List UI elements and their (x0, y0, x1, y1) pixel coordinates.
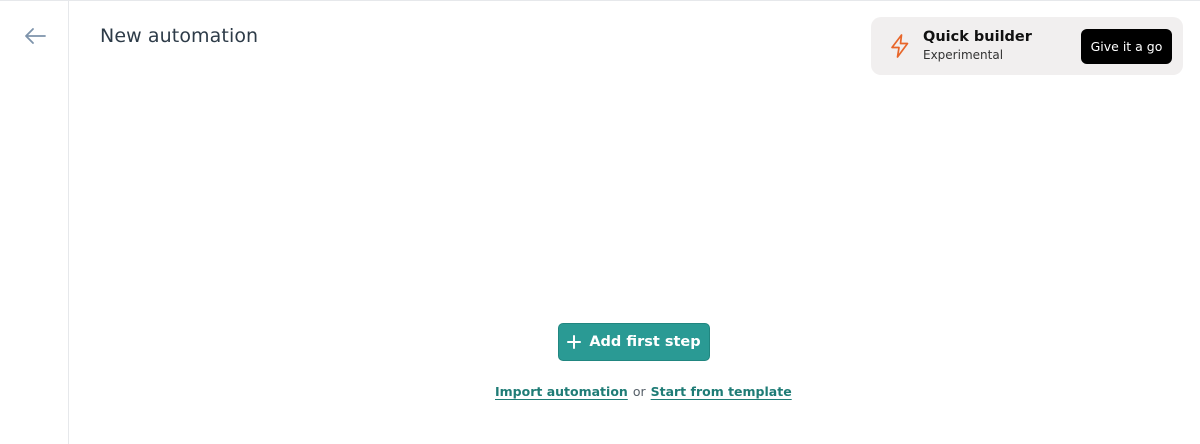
or-separator: or (632, 384, 646, 399)
quick-builder-subtitle: Experimental (923, 48, 1004, 62)
plus-icon (567, 335, 582, 349)
arrow-left-icon (25, 28, 46, 44)
alternative-actions: Import automation or Start from template (495, 384, 792, 399)
automation-editor: New automation Quick builder Experimenta… (0, 0, 1200, 444)
page-title: New automation (100, 25, 259, 47)
back-button[interactable] (22, 23, 48, 49)
left-rail (0, 1, 69, 444)
give-it-a-go-button[interactable]: Give it a go (1081, 29, 1172, 64)
import-automation-link[interactable]: Import automation (495, 384, 628, 399)
quick-builder-title: Quick builder (923, 29, 1032, 45)
add-first-step-label: Add first step (589, 334, 701, 350)
lightning-bolt-icon (891, 34, 909, 58)
start-from-template-link[interactable]: Start from template (651, 384, 792, 399)
add-first-step-button[interactable]: Add first step (558, 323, 710, 361)
quick-builder-card: Quick builder Experimental Give it a go (871, 17, 1183, 75)
